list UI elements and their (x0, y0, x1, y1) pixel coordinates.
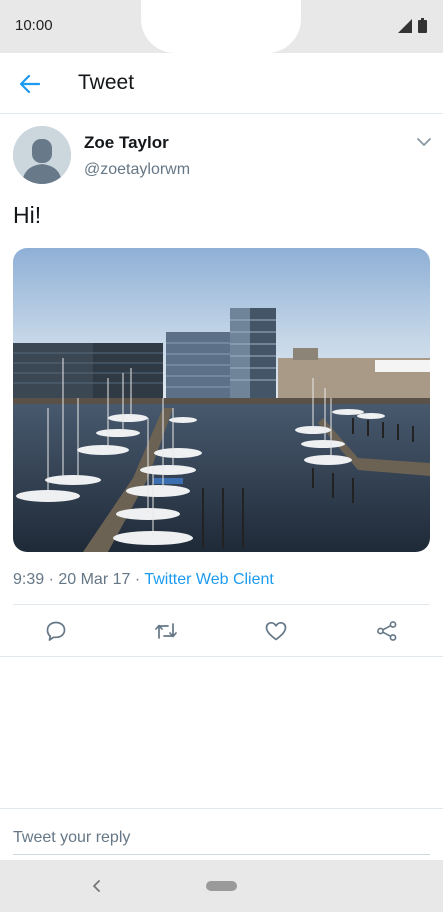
divider (0, 656, 443, 657)
retweet-button[interactable] (153, 619, 179, 643)
signal-icon (398, 18, 412, 33)
like-icon (265, 621, 287, 641)
tweet-actions (13, 604, 430, 657)
back-button[interactable] (14, 69, 46, 99)
back-arrow-icon (20, 75, 40, 93)
reply-icon (46, 621, 66, 641)
status-time: 10:00 (15, 17, 53, 34)
nav-back-button[interactable] (86, 876, 106, 896)
tweet-time-date: 9:39 · 20 Mar 17 · (13, 571, 145, 588)
tweet-menu-button[interactable] (414, 134, 434, 150)
default-avatar-icon (13, 126, 71, 184)
avatar[interactable] (13, 126, 71, 184)
like-button[interactable] (263, 619, 289, 643)
share-icon (377, 621, 397, 641)
reply-bar (0, 808, 443, 860)
nav-home-pill[interactable] (206, 881, 237, 891)
reply-input[interactable] (13, 821, 430, 855)
reply-button[interactable] (43, 619, 69, 643)
tweet-text: Hi! (13, 202, 42, 228)
share-button[interactable] (374, 619, 400, 643)
chevron-down-icon (417, 137, 431, 146)
user-handle[interactable]: @zoetaylorwm (84, 161, 190, 179)
status-icons (398, 18, 427, 33)
tweet-timestamp: 9:39 · 20 Mar 17 · Twitter Web Client (13, 571, 274, 589)
user-name[interactable]: Zoe Taylor (84, 133, 169, 153)
tweet-photo[interactable] (13, 248, 430, 552)
nav-back-icon (93, 880, 100, 892)
display-notch (141, 0, 301, 53)
app-header: Tweet (0, 53, 443, 114)
battery-icon (418, 18, 427, 33)
page-title: Tweet (78, 71, 135, 94)
status-bar: 10:00 (0, 0, 443, 53)
tweet-client-link[interactable]: Twitter Web Client (144, 571, 274, 588)
system-nav-bar (0, 860, 443, 912)
retweet-icon (155, 623, 177, 639)
